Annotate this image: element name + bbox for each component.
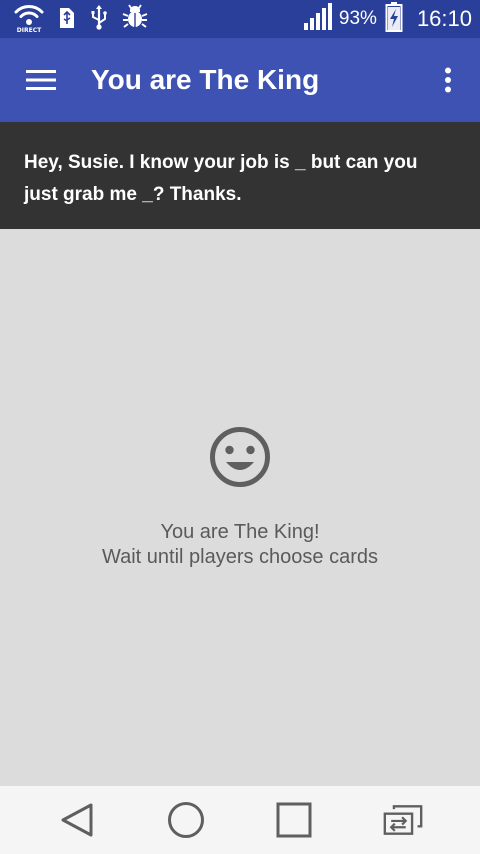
waiting-line-1: You are The King! bbox=[160, 521, 320, 543]
menu-button[interactable] bbox=[20, 62, 62, 98]
dual-window-icon bbox=[383, 805, 423, 835]
battery-percent: 93% bbox=[338, 8, 377, 29]
status-bar: DIRECT 93% 16:10 bbox=[0, 0, 480, 38]
page-title: You are The King bbox=[91, 64, 320, 95]
waiting-area: You are The King! Wait until players cho… bbox=[0, 229, 480, 786]
hamburger-menu-icon bbox=[26, 70, 56, 90]
usb-icon bbox=[90, 4, 108, 34]
app-bar: You are The King bbox=[0, 38, 480, 122]
question-text: Hey, Susie. I know your job is _ but can… bbox=[24, 152, 418, 205]
wifi-direct-icon: DIRECT bbox=[14, 4, 44, 34]
more-vert-icon bbox=[445, 67, 451, 93]
status-right-icons: 93% 16:10 bbox=[303, 2, 472, 36]
navigation-bar bbox=[0, 786, 480, 854]
smiley-face-icon bbox=[210, 427, 270, 487]
recents-button[interactable] bbox=[274, 800, 314, 840]
usb-storage-icon bbox=[58, 4, 76, 34]
waiting-message: You are The King! Wait until players cho… bbox=[0, 520, 480, 570]
back-icon bbox=[61, 803, 93, 837]
status-left-icons: DIRECT bbox=[14, 4, 148, 34]
clock: 16:10 bbox=[416, 6, 472, 31]
black-question-card: Hey, Susie. I know your job is _ but can… bbox=[0, 122, 480, 229]
waiting-line-2: Wait until players choose cards bbox=[101, 546, 379, 568]
debug-bug-icon bbox=[122, 4, 148, 34]
dual-window-button[interactable] bbox=[383, 800, 423, 840]
signal-icon bbox=[303, 3, 333, 35]
home-icon bbox=[168, 802, 204, 838]
back-button[interactable] bbox=[57, 800, 97, 840]
overflow-menu-button[interactable] bbox=[440, 64, 456, 96]
direct-label: DIRECT bbox=[16, 27, 42, 34]
home-button[interactable] bbox=[166, 800, 206, 840]
recents-icon bbox=[276, 802, 312, 838]
battery-charging-icon bbox=[385, 2, 403, 36]
